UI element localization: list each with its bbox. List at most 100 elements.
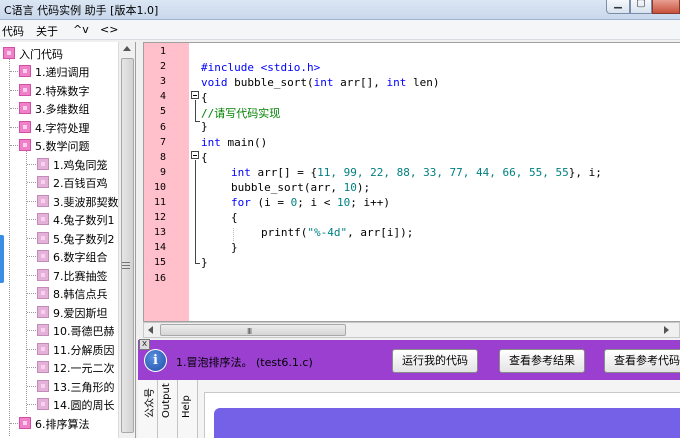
code-line-7: int main() — [201, 136, 268, 149]
title-bar[interactable]: C语言 代码实例 助手 [版本1.0] ▁ ▢ — [0, 0, 680, 20]
tab-output[interactable]: Output — [158, 380, 178, 438]
tree-item-label: 9.爱因斯坦 — [53, 306, 108, 320]
folder-icon — [19, 139, 31, 151]
tree-item[interactable]: 4.兔子数列1 — [0, 210, 118, 228]
fold-toggle-icon[interactable] — [191, 151, 199, 159]
tree-scrollbar[interactable] — [118, 42, 135, 438]
fold-toggle-icon[interactable] — [191, 91, 199, 99]
tree-item-root[interactable]: 入门代码 — [0, 44, 118, 62]
tree-item[interactable]: 11.分解质因 — [0, 340, 118, 358]
file-icon — [37, 379, 49, 392]
line-number: 11 — [153, 197, 166, 208]
file-icon — [37, 324, 49, 336]
file-icon — [37, 398, 49, 410]
code-line-9: int arr[] = {11, 99, 22, 88, 33, 77, 44,… — [231, 166, 602, 179]
maximize-button[interactable]: ▢ — [630, 0, 652, 14]
tree-item[interactable]: 3.斐波那契数 — [0, 192, 119, 210]
tree-item-label: 7.比赛抽签 — [53, 269, 108, 283]
task-description: 1.冒泡排序法。 (test6.1.c) — [176, 356, 313, 369]
tree-item-label: 8.韩信点兵 — [53, 288, 108, 301]
scroll-up-icon[interactable] — [123, 46, 131, 51]
folder-icon — [19, 416, 31, 429]
line-number-gutter: 1 2 3 4 5 6 7 8 9 10 11 12 13 14 15 16 — [144, 43, 189, 321]
window-title: C语言 代码实例 助手 [版本1.0] — [4, 4, 159, 17]
menu-bar: 代码 关于 ^v <> — [0, 20, 680, 40]
tree-item[interactable]: 13.三角形的 — [0, 377, 118, 395]
tree-item[interactable]: 10.哥德巴赫 — [0, 321, 118, 339]
scroll-left-icon[interactable] — [148, 326, 153, 334]
file-icon — [37, 287, 49, 299]
editor-hscrollbar[interactable]: III — [143, 322, 680, 338]
line-number: 5 — [159, 106, 166, 118]
line-number: 8 — [159, 151, 166, 163]
tree-item-label: 11.分解质因 — [53, 343, 115, 357]
tree-item[interactable]: 5.兔子数列2 — [0, 229, 118, 247]
code-line-10: bubble_sort(arr, 10); — [231, 181, 371, 194]
file-icon — [37, 305, 49, 318]
tree-item[interactable]: 5.数学问题 — [0, 136, 118, 154]
file-icon — [37, 361, 49, 373]
tree-item[interactable]: 6.数字组合 — [0, 247, 118, 265]
line-number: 12 — [153, 212, 166, 224]
info-icon: i — [144, 349, 167, 372]
close-task-icon[interactable]: x — [139, 339, 150, 350]
tree-item-label: 4.兔子数列1 — [53, 214, 115, 227]
folder-icon — [19, 102, 31, 114]
tree-item[interactable]: 6.排序算法 — [0, 414, 118, 432]
tree-item[interactable]: 2.特殊数字 — [0, 81, 118, 99]
minimize-icon: ▁ — [614, 0, 622, 9]
file-icon — [37, 194, 49, 207]
tree-item-label: 入门代码 — [19, 48, 63, 61]
scroll-grip-icon: III — [247, 327, 252, 336]
tree-item-label: 3.多维数组 — [35, 103, 90, 116]
tree-item[interactable]: 12.一元二次 — [0, 358, 118, 376]
tree-item-label: 6.排序算法 — [35, 417, 90, 431]
menu-toggle-horizontal[interactable]: <> — [100, 23, 118, 36]
side-accent — [0, 235, 4, 283]
tab-wechat[interactable]: 公众号 — [138, 380, 158, 438]
tab-help[interactable]: Help — [178, 380, 198, 438]
tree-item[interactable]: 14.圆的周长 — [0, 395, 118, 413]
run-my-code-button[interactable]: 运行我的代码 — [392, 349, 478, 373]
tree-item-label: 1.鸡兔同笼 — [53, 158, 108, 172]
tree-item[interactable]: 2.百钱百鸡 — [0, 173, 118, 191]
code-line-11: for (i = 0; i < 10; i++) — [231, 196, 390, 209]
code-line-6: } — [201, 120, 208, 133]
tree-item-label: 2.特殊数字 — [35, 84, 90, 98]
menu-about[interactable]: 关于 — [36, 23, 58, 39]
tree-item[interactable]: 3.多维数组 — [0, 99, 118, 117]
line-number: 2 — [159, 61, 166, 73]
code-tree: 入门代码 1.递归调用 2.特殊数字 3.多维数组 4.字符处理 5.数学问题 1.鸡兔同… — [0, 42, 136, 438]
tree-item[interactable]: 4.字符处理 — [0, 118, 118, 136]
folder-icon — [19, 65, 31, 77]
tree-item-label: 5.数学问题 — [35, 140, 90, 153]
code-line-12: { — [231, 211, 238, 224]
splitter-grip-icon[interactable] — [122, 262, 130, 271]
tree-item[interactable]: 9.爱因斯坦 — [0, 303, 118, 321]
tree-item-label: 4.字符处理 — [35, 121, 90, 135]
file-icon — [37, 157, 49, 170]
scroll-right-icon[interactable] — [664, 326, 669, 334]
tree-item-label: 6.数字组合 — [53, 251, 108, 264]
menu-toggle-vertical[interactable]: ^v — [73, 23, 89, 36]
menu-code[interactable]: 代码 — [2, 23, 24, 39]
line-number: 4 — [159, 91, 166, 103]
minimize-button[interactable]: ▁ — [606, 0, 630, 14]
tree-scroll-thumb[interactable] — [121, 58, 134, 433]
view-reference-code-button[interactable]: 查看参考代码 — [604, 349, 680, 373]
code-line-13: printf("%-4d", arr[i]); — [261, 226, 414, 239]
line-number: 13 — [153, 227, 166, 239]
code-editor[interactable]: 1 2 3 4 5 6 7 8 9 10 11 12 13 14 15 16 #include <stdio.… — [143, 42, 680, 322]
tree-item[interactable]: 8.韩信点兵 — [0, 284, 118, 302]
editor-scroll-thumb[interactable]: III — [160, 324, 346, 336]
tree-item[interactable]: 1.递归调用 — [0, 62, 118, 80]
tree-item-label: 14.圆的周长 — [53, 399, 115, 412]
close-window-button[interactable] — [652, 0, 680, 14]
tree-item[interactable]: 1.鸡兔同笼 — [0, 155, 118, 173]
line-number: 16 — [153, 272, 166, 284]
file-icon — [37, 176, 49, 188]
tree-item[interactable]: 7.比赛抽签 — [0, 266, 118, 284]
file-icon — [37, 250, 49, 262]
view-reference-result-button[interactable]: 查看参考结果 — [499, 349, 585, 373]
code-line-2: #include <stdio.h> — [201, 61, 321, 74]
